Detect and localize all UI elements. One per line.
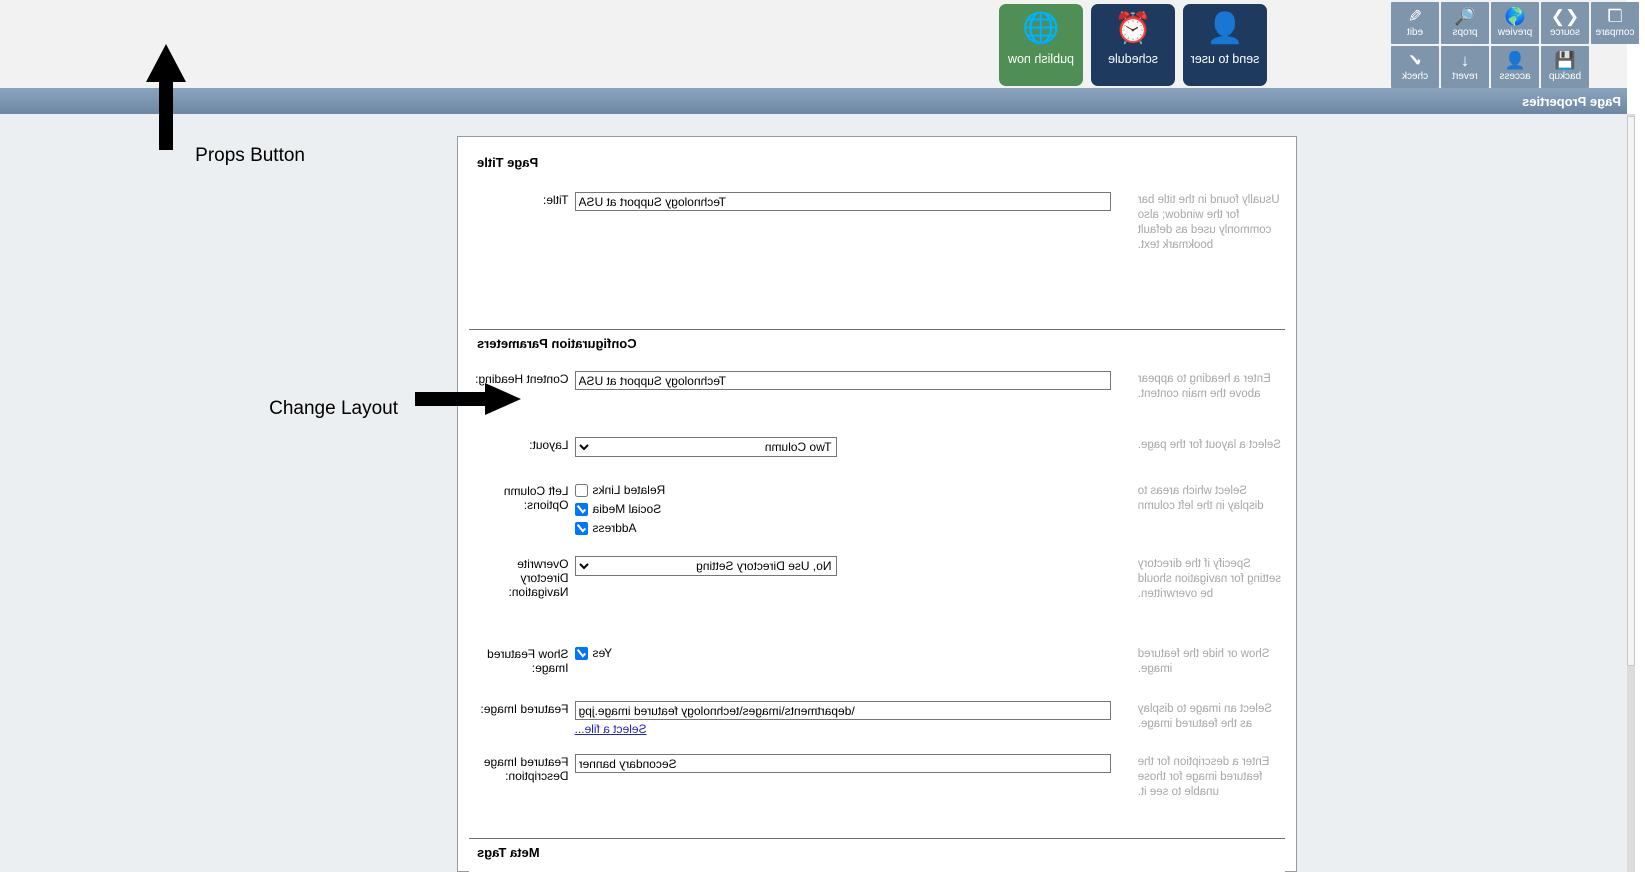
revert-button[interactable]: ↓ revert [1441, 46, 1489, 88]
send-to-user-label: send to user [1190, 52, 1260, 66]
edit-button[interactable]: ✎ edit [1391, 2, 1439, 44]
send-to-user-button[interactable]: 👤 send to user [1183, 4, 1267, 86]
toolbar-band: 👤 send to user ⏰ schedule 🌐 publish now … [0, 0, 1645, 88]
overwrite-nav-field-label: Overwrite Directory Navigation: [508, 557, 569, 599]
edit-icon: ✎ [1407, 7, 1423, 26]
featured-image-field-label: Featured Image: [480, 702, 569, 716]
check-label: check [1401, 71, 1429, 82]
title-field-label: Title: [542, 193, 569, 207]
screenshot-root: 👤 send to user ⏰ schedule 🌐 publish now … [0, 0, 1645, 872]
featured-description-help-text: Enter a description for the featured ima… [1137, 756, 1270, 798]
overwrite-nav-help-text: Specify if the directory setting for nav… [1137, 558, 1281, 600]
content-area: Page Title Usually found in the title ba… [0, 114, 1645, 872]
access-label: access [1499, 71, 1531, 82]
page-properties-title-bar: Page Properties [0, 88, 1627, 114]
show-featured-checkbox-row[interactable]: Yes [574, 646, 613, 660]
compare-label: compare [1595, 27, 1635, 38]
page-properties-panel: Page Title Usually found in the title ba… [457, 136, 1297, 872]
preview-button[interactable]: 🌎 preview [1491, 2, 1539, 44]
publish-now-label: publish now [1008, 52, 1075, 66]
featured-image-help-text: Select an image to display as the featur… [1137, 703, 1272, 730]
revert-label: revert [1452, 71, 1478, 82]
page-title-section-heading: Page Title [477, 155, 539, 170]
access-button[interactable]: 👤 access [1491, 46, 1539, 88]
check-icon: ✔ [1407, 51, 1423, 70]
change-layout-arrow [415, 383, 521, 415]
left-column-options-field-label: Left Column Options: [503, 484, 569, 512]
change-layout-annotation: Change Layout [269, 398, 398, 419]
source-icon: ❮❯ [1550, 7, 1580, 26]
related-links-label: Related Links [592, 483, 666, 497]
social-media-checkbox[interactable] [574, 502, 588, 516]
social-media-checkbox-row[interactable]: Social Media [574, 502, 662, 516]
show-featured-help-text: Show or hide the featured image. [1137, 648, 1270, 675]
compare-icon: ❐ [1607, 7, 1623, 26]
related-links-checkbox[interactable] [574, 483, 588, 497]
social-media-label: Social Media [592, 502, 662, 516]
show-featured-checkbox[interactable] [574, 646, 588, 660]
featured-image-input[interactable] [574, 701, 1111, 720]
featured-image-row: Select an image to display as the featur… [469, 699, 1285, 736]
icon-grid-spacer [1591, 46, 1639, 88]
access-icon: 👤 [1504, 51, 1526, 70]
props-icon: 🔍 [1454, 7, 1476, 26]
address-checkbox-row[interactable]: Address [574, 521, 637, 535]
backup-icon: 💾 [1554, 51, 1576, 70]
publish-now-icon: 🌐 [1022, 12, 1060, 45]
page-properties-form: Page Title Usually found in the title ba… [469, 149, 1285, 872]
source-button[interactable]: ❮❯ source [1541, 2, 1589, 44]
left-column-options-row: Select which areas to display in the lef… [469, 481, 1285, 535]
props-button-annotation: Props Button [195, 145, 305, 166]
compare-button[interactable]: ❐ compare [1591, 2, 1639, 44]
publish-now-button[interactable]: 🌐 publish now [999, 4, 1083, 86]
content-left-strip [1635, 114, 1645, 872]
show-featured-field-label: Show Featured Image: [487, 647, 569, 675]
left-column-checkbox-group: Related Links Social Media Address [574, 483, 666, 535]
overwrite-nav-row: Specify if the directory setting for nav… [469, 554, 1285, 602]
props-label: props [1452, 27, 1478, 38]
config-section-heading: Configuration Parameters [477, 336, 637, 351]
layout-row: Select a layout for the page. Two Column… [469, 435, 1285, 457]
source-label: source [1550, 27, 1581, 38]
featured-description-field-label: Featured Image Description: [483, 755, 569, 783]
schedule-label: schedule [1107, 52, 1159, 66]
featured-description-row: Enter a description for the featured ima… [469, 752, 1285, 800]
send-to-user-icon: 👤 [1206, 12, 1244, 45]
backup-label: backup [1548, 71, 1582, 82]
revert-icon: ↓ [1460, 51, 1470, 70]
related-links-checkbox-row[interactable]: Related Links [574, 483, 666, 497]
layout-select[interactable]: Two Column [574, 437, 837, 457]
content-heading-row: Enter a heading to appear above the main… [469, 369, 1285, 402]
edit-label: edit [1406, 27, 1424, 38]
content-heading-input[interactable] [574, 371, 1111, 390]
meta-tags-section-heading: Meta Tags [477, 845, 540, 860]
schedule-button[interactable]: ⏰ schedule [1091, 4, 1175, 86]
props-arrow [146, 44, 186, 150]
layout-help-text: Select a layout for the page. [1137, 439, 1281, 451]
page-title-bar-label: Page Properties [1522, 93, 1621, 109]
schedule-icon: ⏰ [1114, 12, 1152, 45]
check-button[interactable]: ✔ check [1391, 46, 1439, 88]
address-checkbox[interactable] [574, 521, 588, 535]
content-heading-help-text: Enter a heading to appear above the main… [1137, 373, 1271, 400]
show-featured-image-row: Show or hide the featured image. Yes Sho… [469, 644, 1285, 677]
address-label: Address [592, 521, 637, 535]
props-button[interactable]: 🔍 props [1441, 2, 1489, 44]
title-help-text: Usually found in the title bar for the w… [1137, 194, 1280, 251]
icon-toolbar-grid: ❐ compare ❮❯ source 🌎 preview 🔍 props ✎ … [1391, 2, 1639, 88]
left-column-help-text: Select which areas to display in the lef… [1137, 485, 1264, 512]
preview-icon: 🌎 [1504, 7, 1526, 26]
overwrite-nav-select[interactable]: No, Use Directory Setting [574, 556, 837, 576]
vertical-scrollbar-thumb[interactable] [1627, 116, 1635, 666]
action-button-group: 👤 send to user ⏰ schedule 🌐 publish now [999, 4, 1267, 86]
layout-field-label: Layout: [529, 438, 569, 452]
select-a-file-link[interactable]: Select a file... [575, 722, 647, 736]
featured-description-input[interactable] [574, 754, 1111, 773]
title-row: Usually found in the title bar for the w… [469, 190, 1285, 253]
backup-button[interactable]: 💾 backup [1541, 46, 1589, 88]
title-input[interactable] [574, 192, 1111, 211]
preview-label: preview [1497, 27, 1533, 38]
show-featured-yes-label: Yes [592, 646, 613, 660]
